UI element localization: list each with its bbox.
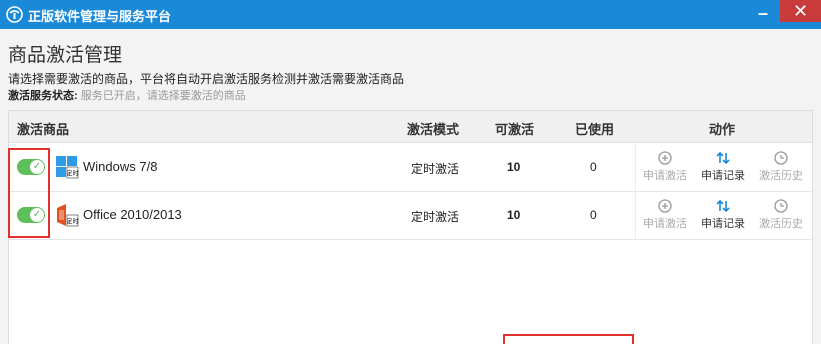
table-row: ✓ 定时 Windows 7/8 定时激活 10 0 申请激活 申请记录 激活历… [9,144,812,192]
plus-circle-icon [658,199,672,213]
row-actions: 申请激活 申请记录 激活历史 [635,144,812,191]
header-used: 已使用 [575,122,615,137]
header-action: 动作 [709,122,736,137]
window-title: 正版软件管理与服务平台 [28,9,172,24]
apply-activation-button[interactable]: 申请激活 [636,198,694,231]
main-content: 商品激活管理 请选择需要激活的商品，平台将自动开启激活服务检测并激活需要激活商品… [0,29,821,344]
toggle-highlight-box [8,148,50,238]
office-icon: 定时 [57,204,79,227]
apply-records-button[interactable]: 申请记录 [694,198,752,231]
row-actions: 申请激活 申请记录 激活历史 [635,192,812,239]
activation-history-button[interactable]: 激活历史 [752,198,810,231]
app-logo-icon [6,6,23,23]
apply-activation-button[interactable]: 申请激活 [636,150,694,183]
table-row: ✓ 定时 Office 2010/2013 定时激活 10 0 申请激活 申请记… [9,192,812,240]
transfer-arrows-icon [716,199,730,213]
available-count: 10 [507,160,521,174]
apply-records-button[interactable]: 申请记录 [694,150,752,183]
header-mode: 激活模式 [407,122,460,137]
used-count: 0 [590,208,597,222]
timed-badge: 定时 [66,170,78,178]
windows-icon: 定时 [56,156,79,179]
history-icon [774,199,788,213]
used-count: 0 [590,160,597,174]
service-status: 激活服务状态: 服务已开启，请选择要激活的商品 [8,87,246,103]
status-label: 激活服务状态: [8,90,78,102]
plus-circle-icon [658,151,672,165]
history-icon [774,151,788,165]
available-count: 10 [507,208,521,222]
activation-mode: 定时激活 [411,162,460,176]
status-value: 服务已开启，请选择要激活的商品 [80,90,246,102]
transfer-arrows-icon [716,151,730,165]
timed-badge: 定时 [66,218,78,226]
product-name: Office 2010/2013 [83,207,182,222]
close-button[interactable]: ✕ [780,0,821,22]
header-product: 激活商品 [17,122,70,137]
table-header: 激活商品 激活模式 可激活 已使用 动作 [9,111,812,143]
product-name: Windows 7/8 [83,159,158,174]
activation-history-button[interactable]: 激活历史 [752,150,810,183]
bottom-highlight-box [503,334,634,344]
header-available: 可激活 [495,122,535,137]
minimize-button[interactable]: – [748,0,778,29]
activation-mode: 定时激活 [411,210,460,224]
instruction-text: 请选择需要激活的商品，平台将自动开启激活服务检测并激活需要激活商品 [8,72,405,86]
title-bar: 正版软件管理与服务平台 – ✕ [0,0,821,29]
activation-table: 激活商品 激活模式 可激活 已使用 动作 ✓ 定时 Windows 7/8 定时… [8,110,813,344]
page-title: 商品激活管理 [8,45,123,66]
